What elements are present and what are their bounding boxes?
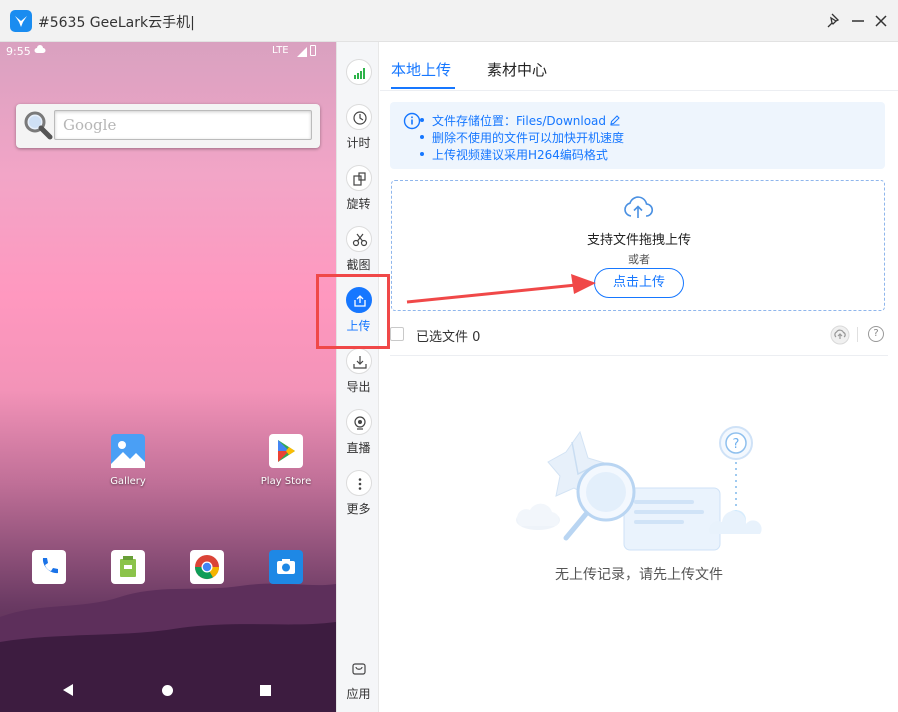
info-line: 文件存储位置：Files/Download (419, 112, 621, 129)
sidebar-item-label: 直播 (346, 441, 371, 455)
list-divider (390, 355, 888, 356)
storage-location-text: 文件存储位置：Files/Download (432, 114, 607, 128)
sidebar-item-label: 截图 (346, 258, 371, 272)
title-bar: #5635 GeeLark云手机| (0, 0, 898, 42)
sidebar-item-label: 更多 (346, 502, 371, 516)
sidebar-item-label: 应用 (346, 687, 371, 701)
chrome-icon[interactable] (190, 550, 224, 584)
signal-icon (345, 59, 372, 85)
app-gallery[interactable]: Gallery (88, 434, 168, 487)
tab-active-underline (391, 87, 455, 89)
sidebar-item-apps[interactable]: 应用 (337, 655, 380, 702)
bag-icon (346, 655, 372, 681)
tab-material-center[interactable]: 素材中心 (487, 59, 547, 80)
empty-state-text: 无上传记录，请先上传文件 (555, 567, 723, 583)
sidebar-item-label: 导出 (346, 380, 371, 394)
selected-files-text: 已选文件 (416, 330, 469, 345)
scissors-icon (345, 226, 372, 252)
app-label: Gallery (110, 476, 146, 487)
gallery-icon (111, 434, 145, 468)
sidebar-item-label: 旋转 (346, 197, 371, 211)
phone-icon[interactable] (32, 550, 66, 584)
search-icon (22, 109, 54, 141)
status-time: 9:55 (6, 45, 31, 58)
click-upload-button[interactable]: 点击上传 (594, 268, 684, 298)
drop-zone-or: 或者 (628, 253, 650, 266)
selected-files-row: 已选文件 0 ? (390, 324, 888, 346)
drop-zone-title: 支持文件拖拽上传 (586, 233, 691, 248)
tab-divider (380, 90, 898, 91)
play-store-icon (269, 434, 303, 468)
signal-strength-icon (297, 47, 307, 60)
window-title: #5635 GeeLark云手机| (38, 15, 195, 31)
info-icon (403, 112, 421, 130)
sidebar-item-rotate[interactable]: 旋转 (337, 165, 380, 212)
selected-files-count: 0 (472, 330, 481, 345)
cloud-upload-icon (622, 195, 654, 225)
google-search-placeholder: Google (63, 116, 117, 134)
toolbar-separator (857, 327, 858, 342)
app-window: #5635 GeeLark云手机| 9:55 LTE Google Galler… (0, 0, 898, 712)
webcam-icon (345, 409, 372, 435)
close-icon[interactable] (871, 11, 891, 31)
info-notice: 文件存储位置：Files/Download 删除不使用的文件可以加快开机速度 上… (390, 102, 885, 169)
more-icon (345, 470, 372, 496)
sidebar-item-signal[interactable] (337, 59, 380, 85)
sidebar-item-screenshot[interactable]: 截图 (337, 226, 380, 273)
help-icon[interactable]: ? (868, 326, 884, 342)
back-icon[interactable] (63, 684, 73, 696)
pin-icon[interactable] (824, 11, 844, 31)
download-icon (345, 348, 372, 374)
geelark-logo-icon (10, 10, 32, 32)
empty-state-illustration: ? (516, 426, 762, 551)
cloud-icon (34, 45, 46, 58)
google-search-widget[interactable]: Google (16, 104, 320, 148)
upload-selected-icon[interactable] (830, 325, 850, 349)
app-play-store[interactable]: Play Store (246, 434, 326, 487)
sidebar-item-export[interactable]: 导出 (337, 348, 380, 395)
recents-icon[interactable] (260, 685, 271, 696)
svg-text:?: ? (733, 437, 740, 452)
phone-nav-bar (0, 672, 336, 712)
tab-local-upload[interactable]: 本地上传 (391, 59, 451, 80)
file-drop-zone[interactable]: 支持文件拖拽上传 或者 点击上传 (391, 180, 885, 311)
info-line: 上传视频建议采用H264编码格式 (420, 148, 608, 162)
files-icon[interactable] (111, 550, 145, 584)
google-search-input[interactable]: Google (54, 110, 312, 140)
phone-screen[interactable]: 9:55 LTE Google Gallery Play Store (0, 42, 336, 712)
status-bar: 9:55 LTE (0, 42, 336, 62)
upload-panel: 本地上传 素材中心 文件存储位置：Files/Download 删除不使用的文件… (380, 42, 898, 712)
sidebar-item-label: 计时 (346, 136, 371, 150)
rotate-icon (345, 165, 372, 191)
sidebar-item-live[interactable]: 直播 (337, 409, 380, 456)
edit-icon[interactable] (609, 114, 621, 129)
info-line: 删除不使用的文件可以加快开机速度 (419, 131, 625, 145)
home-icon[interactable] (162, 685, 173, 696)
app-label: Play Store (260, 476, 312, 487)
sidebar-item-more[interactable]: 更多 (337, 470, 380, 517)
minimize-icon[interactable] (848, 11, 868, 31)
selected-files-label: 已选文件 0 (416, 326, 480, 345)
annotation-highlight-box (316, 274, 390, 349)
battery-icon (310, 45, 316, 56)
camera-icon[interactable] (269, 550, 303, 584)
tool-sidebar: 计时 旋转 截图 上传 导出 直播 更多 应用 (336, 42, 379, 712)
sidebar-item-timer[interactable]: 计时 (337, 104, 380, 151)
clock-icon (345, 104, 372, 130)
select-all-checkbox[interactable] (390, 327, 404, 341)
status-network: LTE (272, 45, 289, 56)
